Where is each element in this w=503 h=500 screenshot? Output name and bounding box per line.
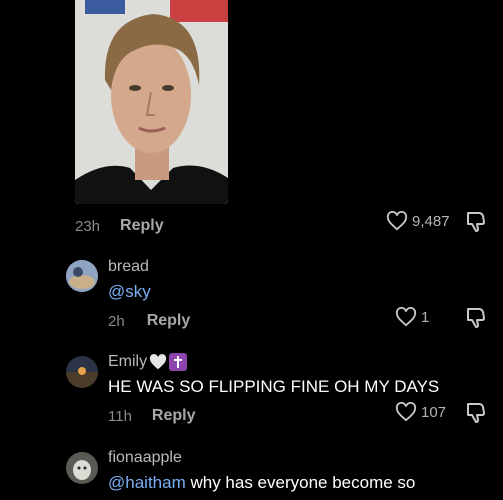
username[interactable]: fionaapple xyxy=(108,449,182,467)
avatar[interactable] xyxy=(66,452,98,484)
reply-button[interactable]: Reply xyxy=(152,407,196,425)
avatar[interactable] xyxy=(66,356,98,388)
portrait-image xyxy=(75,0,228,204)
like-count: 1 xyxy=(421,308,430,326)
comment-timestamp: 23h xyxy=(75,217,101,235)
username-row: Emily xyxy=(108,353,188,371)
comment-text: @haitham why has everyone become so xyxy=(108,473,416,492)
like-button[interactable]: 1 xyxy=(395,307,429,327)
comment-meta: 2h Reply xyxy=(108,312,190,330)
mention-link[interactable]: @haitham xyxy=(108,473,186,492)
thumbs-down-icon xyxy=(467,403,485,423)
heart-icon xyxy=(395,402,417,422)
comment-timestamp: 11h xyxy=(108,407,132,425)
avatar-image xyxy=(66,260,98,292)
top-comment-meta: 23h Reply xyxy=(75,217,164,235)
heart-icon xyxy=(386,211,408,231)
mention-link[interactable]: @sky xyxy=(108,282,151,301)
latin-cross-icon xyxy=(169,353,188,371)
dislike-button[interactable] xyxy=(466,307,486,334)
comment-text: @sky xyxy=(108,282,151,302)
white-heart-icon xyxy=(150,354,167,370)
username[interactable]: bread xyxy=(108,258,149,276)
thumbs-down-icon xyxy=(467,212,485,232)
comment-timestamp: 2h xyxy=(108,312,125,330)
thumbs-down-icon xyxy=(467,308,485,328)
reply-button[interactable]: Reply xyxy=(147,312,191,330)
dislike-button[interactable] xyxy=(466,402,486,429)
avatar-image xyxy=(66,356,98,388)
avatar-image xyxy=(66,452,98,484)
avatar[interactable] xyxy=(66,260,98,292)
comment-text: HE WAS SO FLIPPING FINE OH MY DAYS xyxy=(108,377,440,396)
reply-button[interactable]: Reply xyxy=(120,217,164,235)
dislike-button[interactable] xyxy=(466,211,486,238)
heart-icon xyxy=(395,307,417,327)
like-button[interactable]: 9,487 xyxy=(386,211,450,231)
comment-photo[interactable] xyxy=(75,0,228,204)
like-count: 9,487 xyxy=(412,212,450,230)
like-button[interactable]: 107 xyxy=(395,402,446,422)
like-count: 107 xyxy=(421,403,447,421)
username[interactable]: Emily xyxy=(108,353,147,371)
comment-meta: 11h Reply xyxy=(108,407,196,425)
